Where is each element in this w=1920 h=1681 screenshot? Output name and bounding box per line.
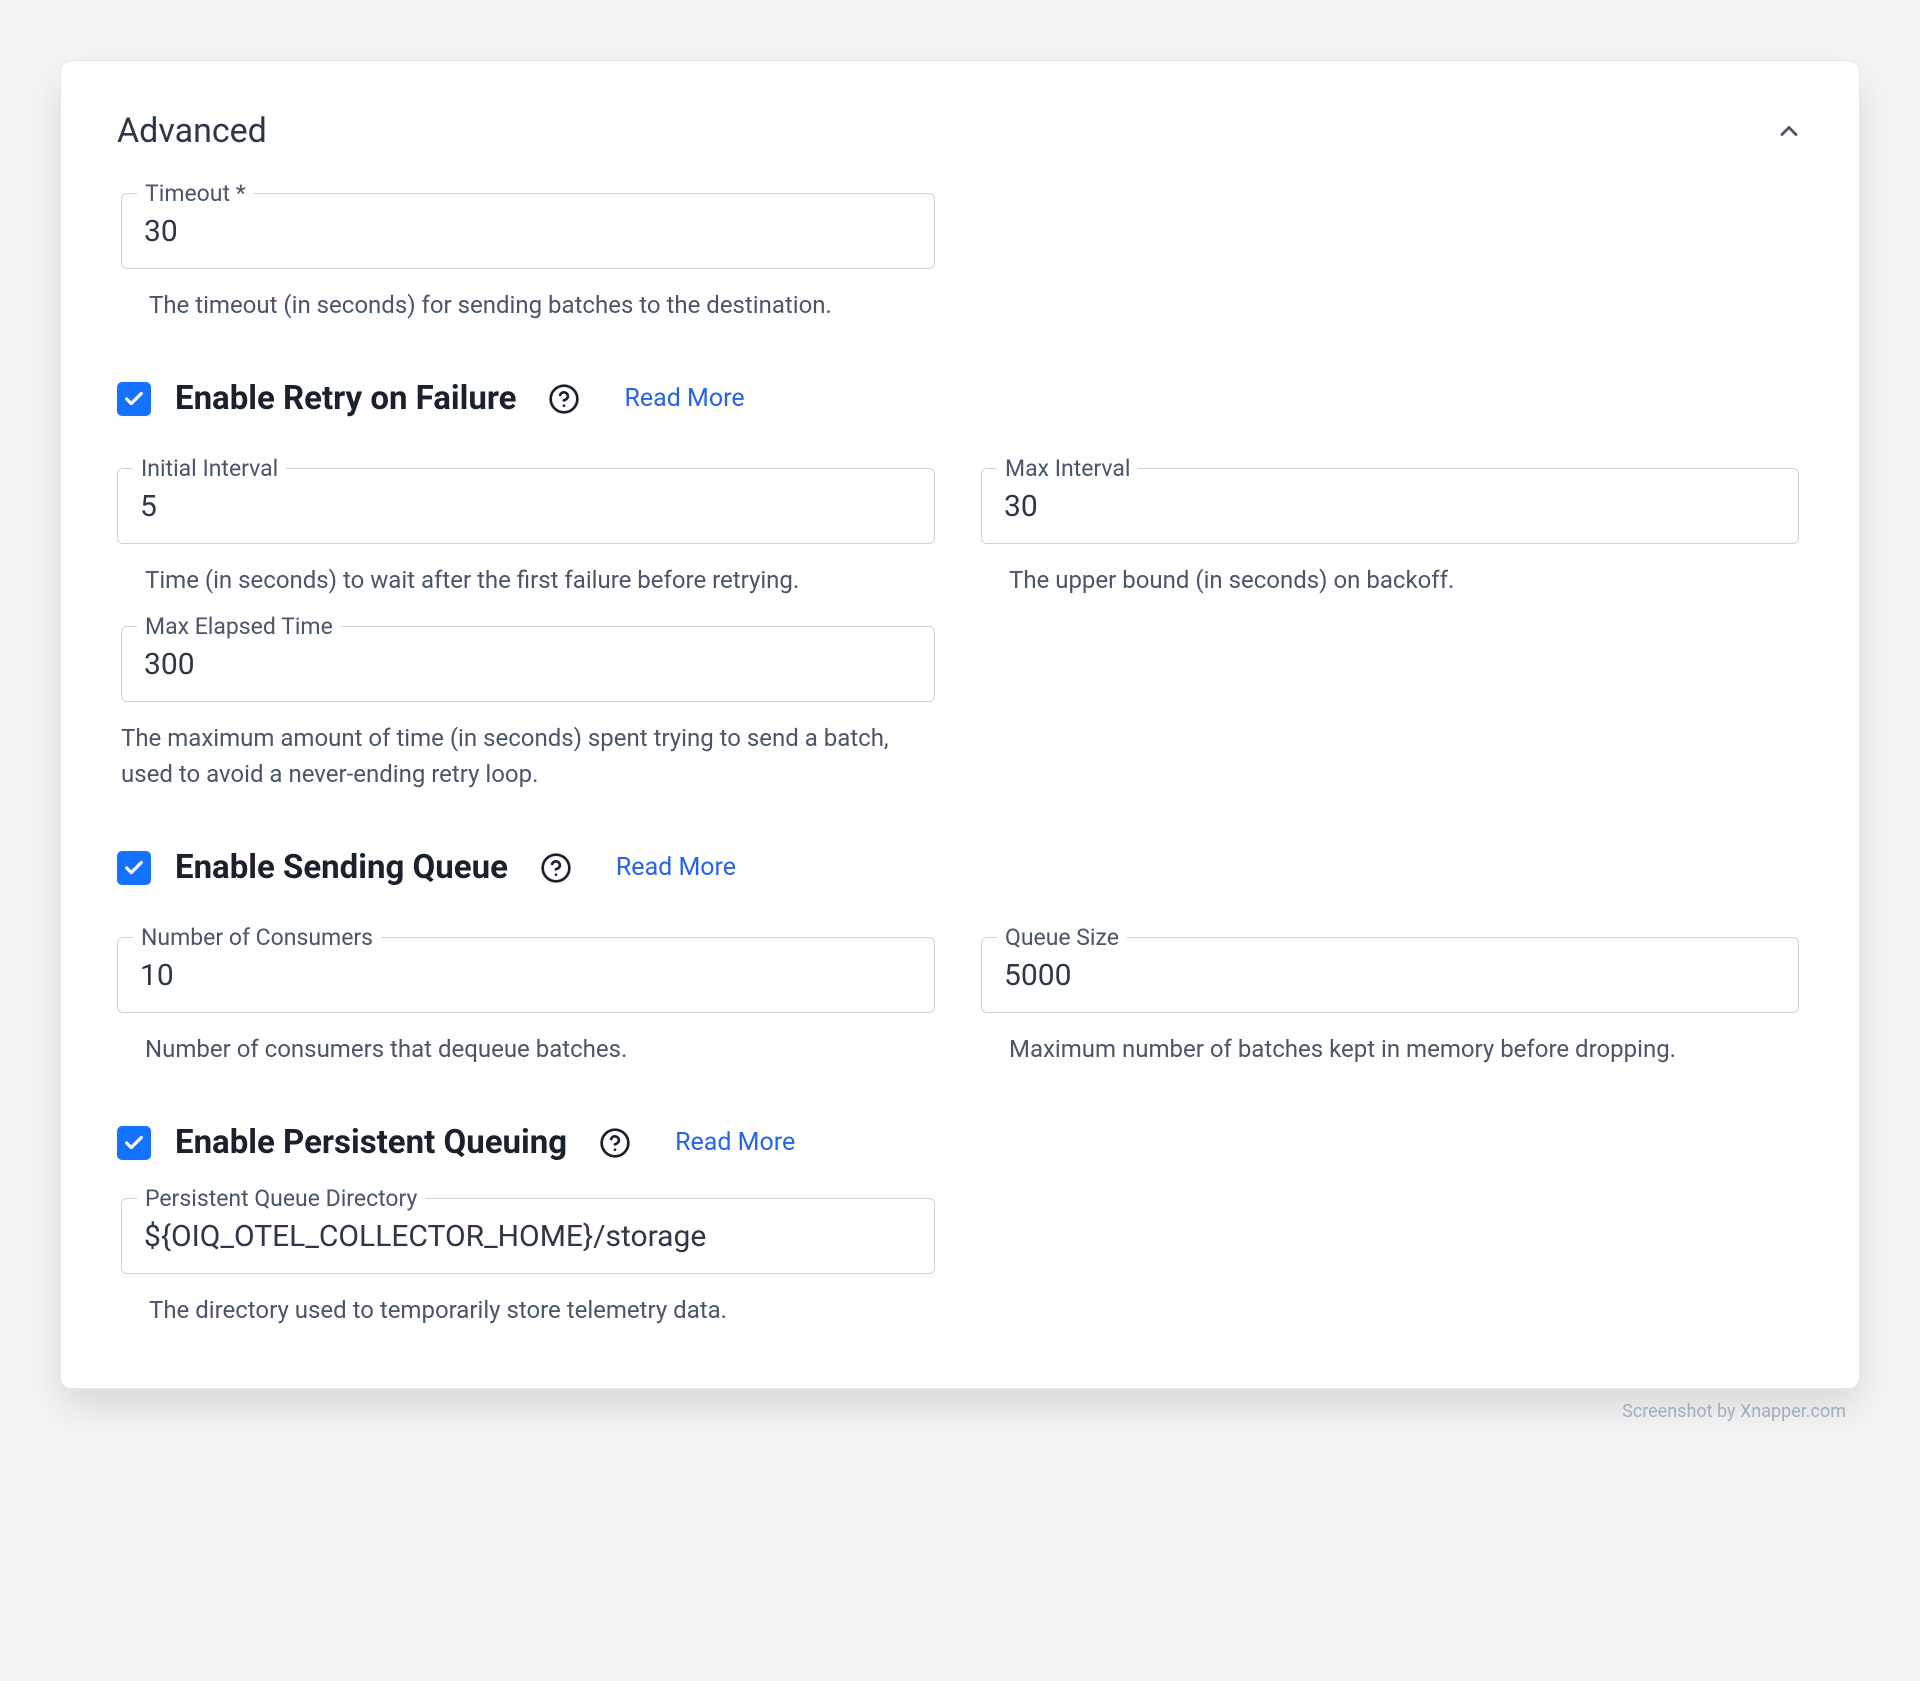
- queue-title: Enable Sending Queue: [175, 848, 508, 887]
- queue-size-helper: Maximum number of batches kept in memory…: [981, 1031, 1799, 1067]
- timeout-input-wrap: Timeout *: [121, 193, 935, 269]
- help-icon[interactable]: [540, 852, 572, 884]
- persist-dir-helper: The directory used to temporarily store …: [121, 1292, 935, 1328]
- initial-interval-label: Initial Interval: [133, 455, 286, 482]
- consumers-field: Number of Consumers Number of consumers …: [117, 923, 935, 1067]
- retry-fields-row-1: Initial Interval Time (in seconds) to wa…: [117, 454, 1803, 598]
- queue-readmore-link[interactable]: Read More: [616, 853, 736, 882]
- help-icon[interactable]: [599, 1127, 631, 1159]
- initial-interval-field: Initial Interval Time (in seconds) to wa…: [117, 454, 935, 598]
- section-title: Advanced: [117, 111, 267, 151]
- initial-interval-helper: Time (in seconds) to wait after the firs…: [117, 562, 935, 598]
- timeout-field-group: Timeout * The timeout (in seconds) for s…: [117, 193, 935, 323]
- max-interval-helper: The upper bound (in seconds) on backoff.: [981, 562, 1799, 598]
- persist-title: Enable Persistent Queuing: [175, 1123, 567, 1162]
- timeout-helper: The timeout (in seconds) for sending bat…: [121, 287, 935, 323]
- max-interval-field: Max Interval The upper bound (in seconds…: [981, 454, 1799, 598]
- retry-readmore-link[interactable]: Read More: [624, 384, 744, 413]
- persist-toggle-row: Enable Persistent Queuing Read More: [117, 1123, 1803, 1162]
- chevron-up-icon[interactable]: [1775, 117, 1803, 145]
- attribution-text: Screenshot by Xnapper.com: [60, 1401, 1860, 1422]
- persist-dir-label: Persistent Queue Directory: [137, 1185, 425, 1212]
- queue-size-label: Queue Size: [997, 924, 1127, 951]
- queue-size-field: Queue Size Maximum number of batches kep…: [981, 923, 1799, 1067]
- persist-dir-field: Persistent Queue Directory The directory…: [117, 1198, 935, 1328]
- advanced-settings-card: Advanced Timeout * The timeout (in secon…: [60, 60, 1860, 1389]
- check-icon: [123, 1132, 145, 1154]
- max-elapsed-helper: The maximum amount of time (in seconds) …: [121, 720, 935, 792]
- max-interval-label: Max Interval: [997, 455, 1138, 482]
- queue-toggle-row: Enable Sending Queue Read More: [117, 848, 1803, 887]
- timeout-label: Timeout *: [137, 180, 254, 207]
- persist-checkbox[interactable]: [117, 1126, 151, 1160]
- persist-readmore-link[interactable]: Read More: [675, 1128, 795, 1157]
- retry-toggle-row: Enable Retry on Failure Read More: [117, 379, 1803, 418]
- max-elapsed-label: Max Elapsed Time: [137, 613, 341, 640]
- consumers-label: Number of Consumers: [133, 924, 381, 951]
- check-icon: [123, 388, 145, 410]
- retry-checkbox[interactable]: [117, 382, 151, 416]
- check-icon: [123, 857, 145, 879]
- help-icon[interactable]: [548, 383, 580, 415]
- queue-fields-row: Number of Consumers Number of consumers …: [117, 923, 1803, 1067]
- max-elapsed-field: Max Elapsed Time The maximum amount of t…: [117, 626, 935, 792]
- section-header[interactable]: Advanced: [117, 111, 1803, 151]
- consumers-helper: Number of consumers that dequeue batches…: [117, 1031, 935, 1067]
- retry-title: Enable Retry on Failure: [175, 379, 516, 418]
- queue-checkbox[interactable]: [117, 851, 151, 885]
